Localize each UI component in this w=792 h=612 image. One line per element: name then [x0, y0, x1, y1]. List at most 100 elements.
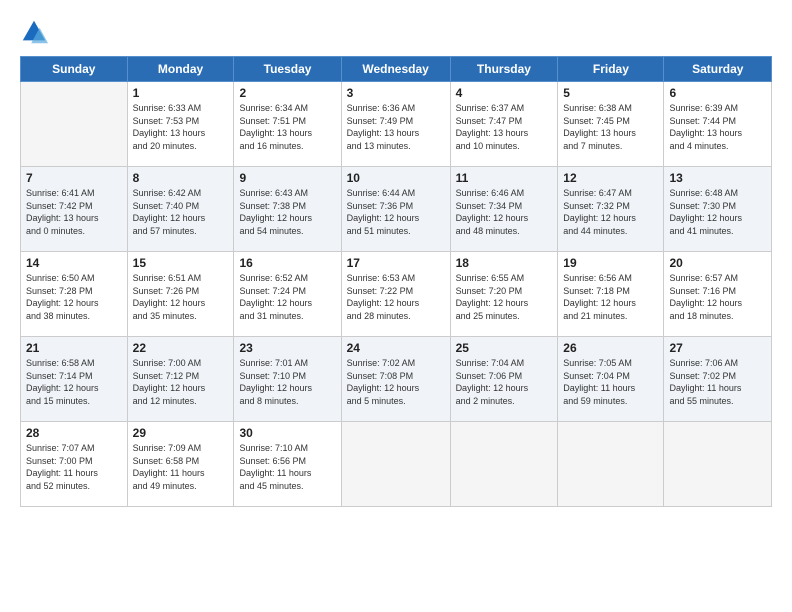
day-info: Sunrise: 6:43 AM Sunset: 7:38 PM Dayligh… [239, 187, 335, 237]
calendar-cell: 15 Sunrise: 6:51 AM Sunset: 7:26 PM Dayli… [127, 252, 234, 337]
day-info: Sunrise: 7:02 AM Sunset: 7:08 PM Dayligh… [347, 357, 445, 407]
calendar-cell: 24 Sunrise: 7:02 AM Sunset: 7:08 PM Dayli… [341, 337, 450, 422]
day-number: 30 [239, 426, 335, 440]
day-number: 27 [669, 341, 766, 355]
calendar-cell: 17 Sunrise: 6:53 AM Sunset: 7:22 PM Dayli… [341, 252, 450, 337]
day-number: 11 [456, 171, 553, 185]
calendar-cell: 3 Sunrise: 6:36 AM Sunset: 7:49 PM Daylig… [341, 82, 450, 167]
calendar-week-5: 28 Sunrise: 7:07 AM Sunset: 7:00 PM Dayli… [21, 422, 772, 507]
weekday-header-sunday: Sunday [21, 57, 128, 82]
calendar-cell: 29 Sunrise: 7:09 AM Sunset: 6:58 PM Dayli… [127, 422, 234, 507]
day-info: Sunrise: 7:05 AM Sunset: 7:04 PM Dayligh… [563, 357, 658, 407]
calendar-cell: 11 Sunrise: 6:46 AM Sunset: 7:34 PM Dayli… [450, 167, 558, 252]
day-number: 8 [133, 171, 229, 185]
calendar-cell: 23 Sunrise: 7:01 AM Sunset: 7:10 PM Dayli… [234, 337, 341, 422]
calendar-cell: 12 Sunrise: 6:47 AM Sunset: 7:32 PM Dayli… [558, 167, 664, 252]
calendar-cell: 16 Sunrise: 6:52 AM Sunset: 7:24 PM Dayli… [234, 252, 341, 337]
day-info: Sunrise: 7:01 AM Sunset: 7:10 PM Dayligh… [239, 357, 335, 407]
calendar-cell: 21Sunrise: 6:58 AM Sunset: 7:14 PM Dayli… [21, 337, 128, 422]
day-info: Sunrise: 6:39 AM Sunset: 7:44 PM Dayligh… [669, 102, 766, 152]
calendar-cell: 30Sunrise: 7:10 AM Sunset: 6:56 PM Dayli… [234, 422, 341, 507]
day-info: Sunrise: 6:51 AM Sunset: 7:26 PM Dayligh… [133, 272, 229, 322]
calendar-cell: 18 Sunrise: 6:55 AM Sunset: 7:20 PM Dayli… [450, 252, 558, 337]
day-number: 14 [26, 256, 122, 270]
day-number: 21 [26, 341, 122, 355]
weekday-header-wednesday: Wednesday [341, 57, 450, 82]
day-number: 19 [563, 256, 658, 270]
day-info: Sunrise: 7:07 AM Sunset: 7:00 PM Dayligh… [26, 442, 122, 492]
page-header [20, 18, 772, 46]
day-number: 18 [456, 256, 553, 270]
day-info: Sunrise: 7:00 AM Sunset: 7:12 PM Dayligh… [133, 357, 229, 407]
day-number: 25 [456, 341, 553, 355]
day-info: Sunrise: 6:57 AM Sunset: 7:16 PM Dayligh… [669, 272, 766, 322]
day-info: Sunrise: 6:42 AM Sunset: 7:40 PM Dayligh… [133, 187, 229, 237]
calendar-cell: 8 Sunrise: 6:42 AM Sunset: 7:40 PM Daylig… [127, 167, 234, 252]
day-number: 9 [239, 171, 335, 185]
weekday-header-row: SundayMondayTuesdayWednesdayThursdayFrid… [21, 57, 772, 82]
calendar-cell: 10 Sunrise: 6:44 AM Sunset: 7:36 PM Dayli… [341, 167, 450, 252]
day-info: Sunrise: 6:41 AM Sunset: 7:42 PM Dayligh… [26, 187, 122, 237]
day-info: Sunrise: 6:34 AM Sunset: 7:51 PM Dayligh… [239, 102, 335, 152]
day-info: Sunrise: 6:53 AM Sunset: 7:22 PM Dayligh… [347, 272, 445, 322]
day-number: 3 [347, 86, 445, 100]
calendar-table: SundayMondayTuesdayWednesdayThursdayFrid… [20, 56, 772, 507]
day-number: 24 [347, 341, 445, 355]
day-number: 2 [239, 86, 335, 100]
day-number: 6 [669, 86, 766, 100]
calendar-cell [21, 82, 128, 167]
calendar-cell: 2 Sunrise: 6:34 AM Sunset: 7:51 PM Daylig… [234, 82, 341, 167]
day-info: Sunrise: 6:50 AM Sunset: 7:28 PM Dayligh… [26, 272, 122, 322]
calendar-cell: 28 Sunrise: 7:07 AM Sunset: 7:00 PM Dayli… [21, 422, 128, 507]
day-number: 26 [563, 341, 658, 355]
day-number: 16 [239, 256, 335, 270]
day-info: Sunrise: 6:55 AM Sunset: 7:20 PM Dayligh… [456, 272, 553, 322]
calendar-week-3: 14 Sunrise: 6:50 AM Sunset: 7:28 PM Dayli… [21, 252, 772, 337]
calendar-cell: 22 Sunrise: 7:00 AM Sunset: 7:12 PM Dayli… [127, 337, 234, 422]
day-number: 28 [26, 426, 122, 440]
calendar-cell: 4Sunrise: 6:37 AM Sunset: 7:47 PM Daylig… [450, 82, 558, 167]
calendar-cell [664, 422, 772, 507]
day-number: 23 [239, 341, 335, 355]
day-number: 15 [133, 256, 229, 270]
day-number: 20 [669, 256, 766, 270]
day-info: Sunrise: 7:06 AM Sunset: 7:02 PM Dayligh… [669, 357, 766, 407]
calendar-cell: 9 Sunrise: 6:43 AM Sunset: 7:38 PM Daylig… [234, 167, 341, 252]
weekday-header-thursday: Thursday [450, 57, 558, 82]
day-info: Sunrise: 6:33 AM Sunset: 7:53 PM Dayligh… [133, 102, 229, 152]
logo [20, 18, 52, 46]
day-info: Sunrise: 6:52 AM Sunset: 7:24 PM Dayligh… [239, 272, 335, 322]
day-info: Sunrise: 6:38 AM Sunset: 7:45 PM Dayligh… [563, 102, 658, 152]
day-number: 5 [563, 86, 658, 100]
logo-icon [20, 18, 48, 46]
calendar-cell: 6 Sunrise: 6:39 AM Sunset: 7:44 PM Daylig… [664, 82, 772, 167]
calendar-cell: 13 Sunrise: 6:48 AM Sunset: 7:30 PM Dayli… [664, 167, 772, 252]
day-info: Sunrise: 6:44 AM Sunset: 7:36 PM Dayligh… [347, 187, 445, 237]
calendar-cell: 7Sunrise: 6:41 AM Sunset: 7:42 PM Daylig… [21, 167, 128, 252]
day-number: 12 [563, 171, 658, 185]
day-info: Sunrise: 6:47 AM Sunset: 7:32 PM Dayligh… [563, 187, 658, 237]
weekday-header-friday: Friday [558, 57, 664, 82]
day-info: Sunrise: 6:46 AM Sunset: 7:34 PM Dayligh… [456, 187, 553, 237]
calendar-cell: 26 Sunrise: 7:05 AM Sunset: 7:04 PM Dayli… [558, 337, 664, 422]
day-number: 1 [133, 86, 229, 100]
calendar-cell: 20 Sunrise: 6:57 AM Sunset: 7:16 PM Dayli… [664, 252, 772, 337]
day-number: 4 [456, 86, 553, 100]
weekday-header-monday: Monday [127, 57, 234, 82]
calendar-week-4: 21Sunrise: 6:58 AM Sunset: 7:14 PM Dayli… [21, 337, 772, 422]
day-number: 22 [133, 341, 229, 355]
calendar-cell [450, 422, 558, 507]
calendar-cell: 5 Sunrise: 6:38 AM Sunset: 7:45 PM Daylig… [558, 82, 664, 167]
day-info: Sunrise: 7:09 AM Sunset: 6:58 PM Dayligh… [133, 442, 229, 492]
day-number: 29 [133, 426, 229, 440]
day-number: 10 [347, 171, 445, 185]
calendar-cell: 27 Sunrise: 7:06 AM Sunset: 7:02 PM Dayli… [664, 337, 772, 422]
day-info: Sunrise: 6:48 AM Sunset: 7:30 PM Dayligh… [669, 187, 766, 237]
day-number: 13 [669, 171, 766, 185]
calendar-cell [558, 422, 664, 507]
weekday-header-saturday: Saturday [664, 57, 772, 82]
weekday-header-tuesday: Tuesday [234, 57, 341, 82]
day-number: 17 [347, 256, 445, 270]
day-info: Sunrise: 6:36 AM Sunset: 7:49 PM Dayligh… [347, 102, 445, 152]
calendar-week-2: 7Sunrise: 6:41 AM Sunset: 7:42 PM Daylig… [21, 167, 772, 252]
